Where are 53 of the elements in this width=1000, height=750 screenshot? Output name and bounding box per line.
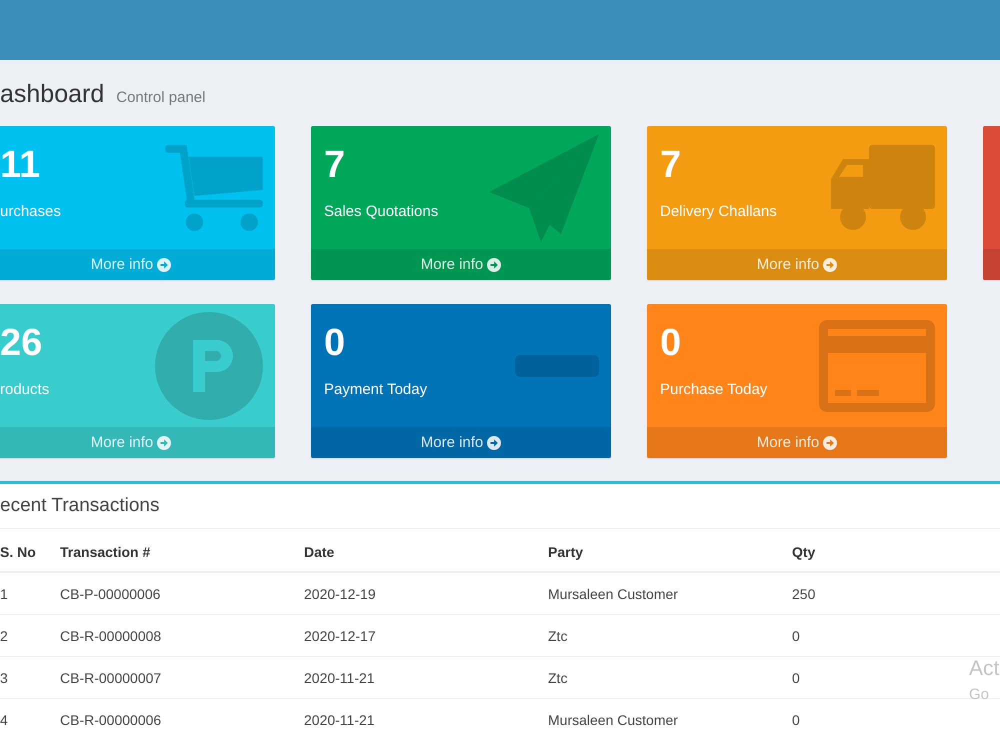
table-cell: 2020-12-19 <box>304 586 376 602</box>
column-header: S. No <box>0 544 36 560</box>
stat-label: Delivery Challans <box>660 202 777 222</box>
more-info-link[interactable]: More info <box>311 427 611 458</box>
panel-title: ecent Transactions <box>0 484 1000 529</box>
table-cell: 2020-11-21 <box>304 670 375 686</box>
table-cell: CB-R-00000006 <box>60 712 162 728</box>
column-header: Transaction # <box>60 544 150 560</box>
table-cell: 0 <box>792 712 800 728</box>
rounded-bar-icon <box>515 354 599 376</box>
page-title: ashboard <box>0 79 104 109</box>
table-cell: 2 <box>0 628 8 644</box>
column-header: Date <box>304 544 334 560</box>
stat-label: Sales Quotations <box>324 202 438 222</box>
table-cell: 3 <box>0 670 8 686</box>
table-cell: Ztc <box>548 670 568 686</box>
cart-icon <box>165 144 263 230</box>
stat-number: 26 <box>0 324 44 362</box>
table-cell: Mursaleen Customer <box>548 712 678 728</box>
more-info-link[interactable]: More info <box>647 249 947 280</box>
stat-number: 7 <box>660 146 682 184</box>
table-cell: CB-P-00000006 <box>60 586 160 602</box>
table-cell: Mursaleen Customer <box>548 586 678 602</box>
column-header: Qty <box>792 544 816 560</box>
activation-subtitle: Go <box>969 685 990 705</box>
stat-label: Payment Today <box>324 380 428 400</box>
more-info-link[interactable]: More info <box>311 249 611 280</box>
more-info-link[interactable]: More info <box>0 249 275 280</box>
stat-label: urchases <box>0 202 61 222</box>
table-cell: 1 <box>0 586 8 602</box>
table-cell: 250 <box>792 586 816 602</box>
credit-card-icon <box>819 320 935 412</box>
table-cell: 0 <box>792 628 800 644</box>
table-cell: Ztc <box>548 628 568 644</box>
column-header: Party <box>548 544 584 560</box>
table-cell: 4 <box>0 712 8 728</box>
table-cell: 2020-12-17 <box>304 628 376 644</box>
stat-label: roducts <box>0 380 50 400</box>
table-cell: CB-R-00000007 <box>60 670 162 686</box>
activation-title: Act <box>969 657 1000 681</box>
stat-number: 0 <box>324 324 346 362</box>
more-info-link[interactable]: More info <box>647 427 947 458</box>
stat-number: 7 <box>324 146 346 184</box>
stat-label: Purchase Today <box>660 380 768 400</box>
table-cell: 0 <box>792 670 800 686</box>
truck-icon <box>831 144 935 230</box>
stat-number: 0 <box>660 324 682 362</box>
paper-plane-icon <box>489 134 599 242</box>
stat-number: 11 <box>0 146 42 184</box>
table-cell: 2020-11-21 <box>304 712 375 728</box>
table-cell: CB-R-00000008 <box>60 628 162 644</box>
page-subtitle: Control panel <box>116 89 206 106</box>
more-info-link[interactable]: More info <box>0 427 275 458</box>
